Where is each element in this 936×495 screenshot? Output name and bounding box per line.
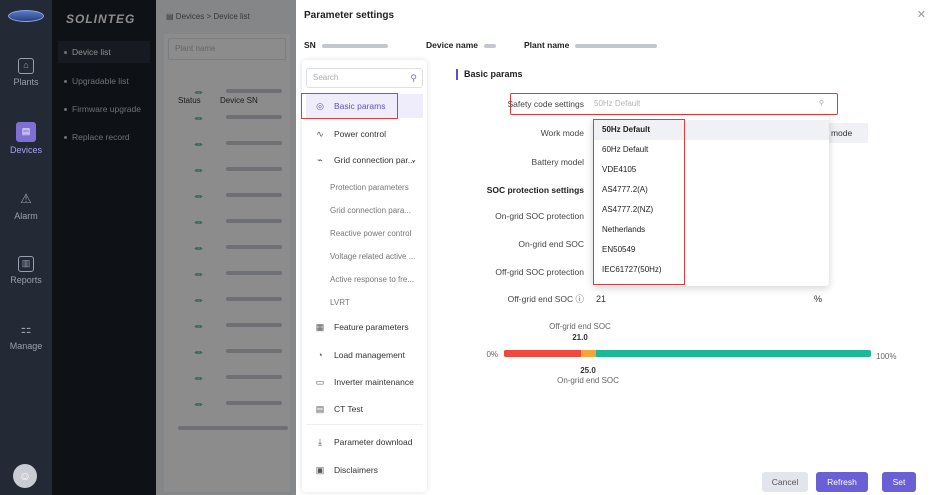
nav-item-load-management[interactable]: ◔ Load management — [306, 343, 423, 367]
user-avatar[interactable]: ☺ — [13, 464, 37, 488]
rail-item-label: Plants — [13, 77, 39, 87]
on-grid-soc-protection-label: On-grid SOC protection — [495, 211, 584, 221]
soc-bar-on-grid-segment — [581, 350, 596, 357]
soc-bar — [504, 350, 871, 357]
nav-item-label: Parameter download — [334, 437, 413, 447]
rail-item-label: Manage — [9, 341, 43, 351]
off-grid-end-soc-marker-value: 21.0 — [572, 333, 588, 342]
off-grid-end-soc-label: Off-grid end SOC ⓘ — [507, 294, 584, 304]
rail-item-manage[interactable]: ⚏ Manage — [0, 322, 52, 351]
safety-code-value: 50Hz Default — [594, 99, 641, 108]
nav-item-grid-connection[interactable]: ⌁ Grid connection par... ⌄ — [306, 148, 423, 172]
rail-item-label: Devices — [9, 145, 42, 155]
on-grid-end-soc-label: On-grid end SOC — [518, 239, 584, 249]
nav-item-label: Grid connection par... — [334, 155, 415, 165]
inverter-maintenance-icon: ▭ — [315, 377, 325, 387]
nav-item-label: Power control — [334, 129, 386, 139]
nav-item-parameter-download[interactable]: ⤓ Parameter download — [306, 430, 423, 454]
nav-item-disclaimers[interactable]: ▣ Disclaimers — [306, 458, 423, 482]
battery-model-label: Battery model — [531, 157, 584, 167]
nav-item-label: Load management — [334, 350, 405, 360]
drawer-title: Parameter settings — [304, 10, 395, 21]
bar-min-label: 0% — [486, 350, 498, 359]
nav-item-label: CT Test — [334, 404, 363, 414]
on-grid-end-soc-marker-value: 25.0 — [580, 366, 596, 375]
feature-parameters-icon: ▦ — [315, 322, 325, 332]
nav-subitem-voltage-related-active[interactable]: Voltage related active ... — [330, 247, 422, 267]
modal-overlay[interactable] — [52, 0, 296, 495]
set-button[interactable]: Set — [882, 472, 916, 492]
load-management-icon: ◔ — [317, 350, 323, 360]
manage-icon: ⚏ — [20, 322, 32, 336]
parameter-nav: Search ⚲ ◎ Basic params ∿ Power control ⌁ Gr… — [301, 60, 427, 492]
rail-item-reports[interactable]: ▥ Reports — [0, 256, 52, 285]
nav-item-label: Disclaimers — [334, 465, 378, 475]
nav-item-label: Feature parameters — [334, 322, 409, 332]
power-control-icon: ∿ — [316, 129, 324, 139]
refresh-button[interactable]: Refresh — [816, 472, 868, 492]
off-grid-end-soc-marker-label: Off-grid end SOC — [549, 322, 611, 331]
nav-item-power-control[interactable]: ∿ Power control — [306, 122, 423, 146]
section-title: Basic params — [456, 69, 523, 80]
nav-subitem-active-response[interactable]: Active response to fre... — [330, 270, 422, 290]
safety-code-select[interactable]: 50Hz Default ⚲ — [590, 97, 828, 111]
alarm-icon: ⚠ — [20, 191, 32, 206]
plant-name-label: Plant name — [524, 40, 570, 50]
nav-subitem-protection-parameters[interactable]: Protection parameters — [330, 178, 422, 198]
on-grid-end-soc-marker-label: On-grid end SOC — [557, 376, 619, 385]
app-rail: ⌂ Plants ▤ Devices ⚠ Alarm ▥ Reports ⚏ M… — [0, 0, 52, 495]
disclaimers-icon: ▣ — [315, 465, 325, 475]
app-logo — [8, 10, 44, 22]
rail-item-alarm[interactable]: ⚠ Alarm — [0, 191, 52, 222]
download-icon: ⤓ — [318, 437, 322, 447]
nav-item-ct-test[interactable]: ▤ CT Test — [306, 397, 423, 421]
nav-subitem-lvrt[interactable]: LVRT — [330, 293, 422, 313]
plant-name-info: Plant name — [524, 40, 658, 50]
nav-item-label: Inverter maintenance — [334, 377, 414, 387]
nav-subitem-grid-connection-para[interactable]: Grid connection para... — [330, 201, 422, 221]
sn-info: SN — [304, 40, 388, 50]
grid-connection-icon: ⌁ — [317, 155, 323, 165]
device-name-info: Device name — [426, 40, 496, 50]
soc-protection-label: SOC protection settings — [486, 185, 584, 195]
search-icon: ⚲ — [410, 73, 417, 83]
nav-item-feature-parameters[interactable]: ▦ Feature parameters — [306, 315, 423, 339]
device-icon: ▤ — [16, 122, 36, 142]
safety-code-label: Safety code settings — [507, 99, 584, 109]
ct-test-icon: ▤ — [315, 404, 325, 414]
rail-item-plants[interactable]: ⌂ Plants — [0, 58, 52, 87]
rail-item-label: Reports — [10, 275, 42, 285]
percent-unit: % — [814, 294, 823, 304]
off-grid-soc-protection-label: Off-grid SOC protection — [495, 267, 584, 277]
device-name-label: Device name — [426, 40, 478, 50]
nav-item-inverter-maintenance[interactable]: ▭ Inverter maintenance — [306, 370, 423, 394]
nav-divider — [306, 424, 423, 425]
nav-search-input[interactable]: Search ⚲ — [306, 68, 423, 88]
nav-search-placeholder: Search — [313, 73, 339, 82]
plant-icon: ⌂ — [18, 58, 34, 74]
cancel-button[interactable]: Cancel — [762, 472, 808, 492]
close-icon[interactable]: ✕ — [917, 8, 926, 21]
work-mode-label: Work mode — [540, 128, 584, 138]
parameter-settings-drawer: Parameter settings ✕ SN Device name Plan… — [296, 0, 936, 495]
search-icon: ⚲ — [818, 100, 824, 107]
soc-bar-off-grid-segment — [504, 350, 581, 357]
report-icon: ▥ — [18, 256, 34, 272]
nav-subitem-reactive-power-control[interactable]: Reactive power control — [330, 224, 422, 244]
highlight-box — [301, 93, 398, 119]
bar-max-label: 100% — [876, 352, 897, 361]
rail-item-devices[interactable]: ▤ Devices — [0, 122, 52, 155]
rail-item-label: Alarm — [14, 211, 38, 221]
highlight-box — [593, 119, 685, 285]
sn-label: SN — [304, 40, 316, 50]
chevron-down-icon: ⌄ — [410, 155, 417, 164]
off-grid-end-soc-input[interactable]: 21 — [592, 289, 824, 309]
